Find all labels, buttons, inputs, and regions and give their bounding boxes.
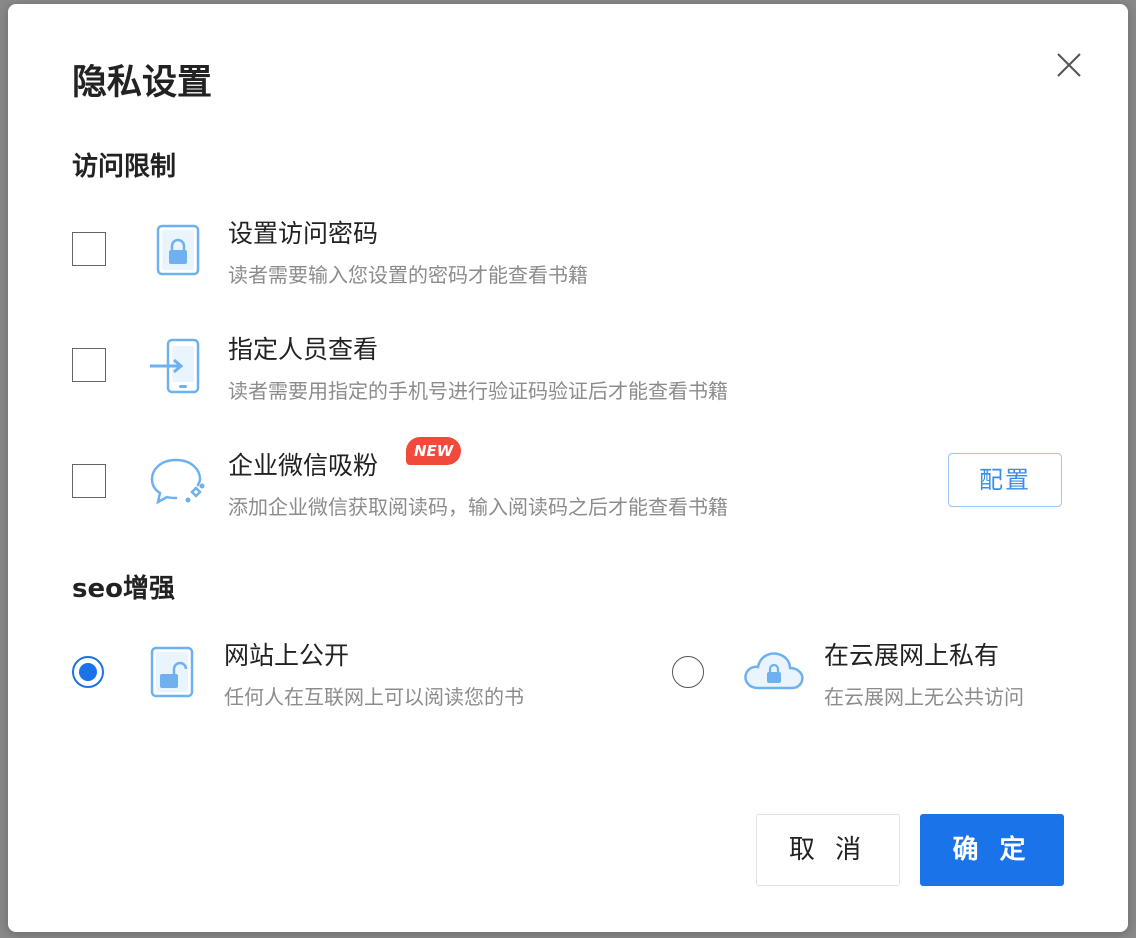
- close-icon[interactable]: [1052, 48, 1086, 82]
- checkbox-designated-viewers[interactable]: [72, 348, 106, 382]
- confirm-button[interactable]: 确 定: [920, 814, 1064, 886]
- item-desc-wechat-work: 添加企业微信获取阅读码，输入阅读码之后才能查看书籍: [228, 495, 728, 519]
- checkbox-access-password[interactable]: [72, 232, 106, 266]
- wechat-work-icon: [148, 452, 208, 512]
- item-title-wechat-work: 企业微信吸粉: [228, 451, 379, 480]
- radio-private-on-yunzhan[interactable]: [672, 656, 704, 688]
- option-desc-private-on-yunzhan: 在云展网上无公共访问: [824, 685, 1024, 709]
- item-desc-access-password: 读者需要输入您设置的密码才能查看书籍: [228, 263, 588, 287]
- dialog-title: 隐私设置: [72, 63, 213, 103]
- configure-button[interactable]: 配置: [948, 453, 1062, 507]
- cancel-button[interactable]: 取 消: [756, 814, 900, 886]
- new-badge: NEW: [406, 437, 462, 465]
- cloud-lock-icon: [742, 642, 804, 702]
- option-desc-public-on-web: 任何人在互联网上可以阅读您的书: [224, 685, 524, 709]
- radio-public-on-web[interactable]: [72, 656, 104, 688]
- item-title-designated-viewers: 指定人员查看: [228, 335, 379, 364]
- item-title-access-password: 设置访问密码: [228, 219, 379, 248]
- section-title-access: 访问限制: [72, 152, 177, 182]
- phone-login-icon: [148, 336, 208, 396]
- checkbox-wechat-work[interactable]: [72, 464, 106, 498]
- section-title-seo: seo增强: [72, 574, 175, 604]
- item-desc-designated-viewers: 读者需要用指定的手机号进行验证码验证后才能查看书籍: [228, 379, 728, 403]
- option-title-public-on-web: 网站上公开: [224, 641, 350, 670]
- lock-book-icon: [150, 220, 210, 280]
- option-title-private-on-yunzhan: 在云展网上私有: [824, 641, 1000, 670]
- privacy-settings-dialog: 隐私设置 访问限制 设置访问密码 读者需要输入您设置的密码才能查看书籍 指定人员…: [8, 4, 1128, 932]
- unlocked-book-icon: [144, 642, 204, 702]
